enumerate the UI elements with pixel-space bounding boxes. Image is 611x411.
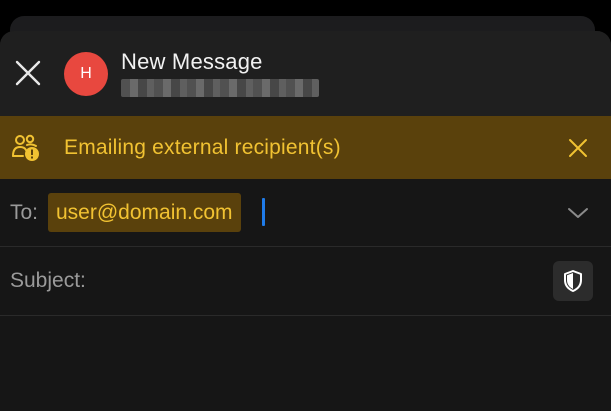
subject-field-row: Subject: xyxy=(0,247,611,316)
to-label: To: xyxy=(10,201,39,224)
compose-header: H New Message xyxy=(0,31,611,116)
close-icon xyxy=(569,139,587,157)
subject-input[interactable] xyxy=(100,261,544,301)
external-recipient-banner: Emailing external recipient(s) xyxy=(0,116,611,179)
account-email-redacted xyxy=(121,79,319,97)
sensitivity-button[interactable] xyxy=(553,261,593,301)
shield-icon xyxy=(564,270,582,292)
expand-recipients-button[interactable] xyxy=(566,201,590,225)
compose-screen: H New Message Emailing external recipien… xyxy=(0,0,611,411)
avatar-initial: H xyxy=(80,65,92,82)
text-cursor xyxy=(262,198,265,226)
close-icon xyxy=(15,60,41,86)
chevron-down-icon xyxy=(568,208,588,218)
subject-label: Subject: xyxy=(10,269,86,292)
page-title: New Message xyxy=(121,49,263,74)
avatar[interactable]: H xyxy=(64,52,108,96)
people-warning-icon xyxy=(12,134,39,161)
compose-sheet: H New Message Emailing external recipien… xyxy=(0,31,611,411)
close-compose-button[interactable] xyxy=(12,57,44,89)
to-field-row[interactable]: To: user@domain.com xyxy=(0,179,611,247)
banner-message: Emailing external recipient(s) xyxy=(64,136,341,159)
dismiss-banner-button[interactable] xyxy=(565,135,591,161)
recipient-chip[interactable]: user@domain.com xyxy=(48,193,241,232)
message-body[interactable] xyxy=(0,316,611,411)
